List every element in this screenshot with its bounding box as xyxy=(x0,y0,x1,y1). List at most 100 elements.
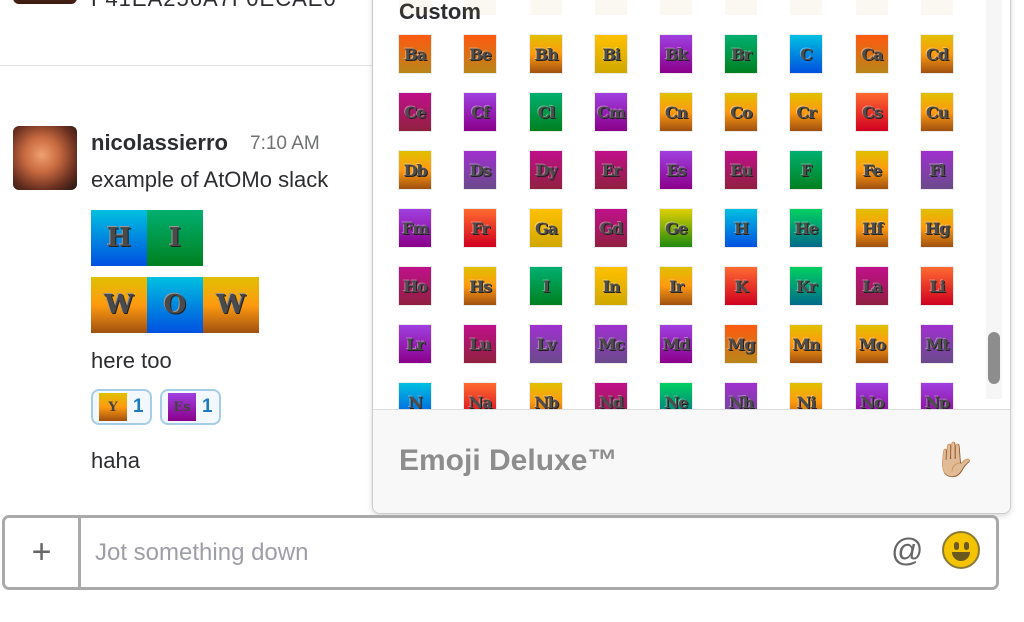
emoji-tile[interactable]: Nh xyxy=(725,383,757,409)
emoji-tile[interactable]: No xyxy=(856,383,888,409)
emoji-tile-faded[interactable] xyxy=(464,0,496,15)
emoji-tile[interactable]: Lu xyxy=(464,325,496,363)
reaction-emoji: Y xyxy=(99,393,127,421)
emoji-tile[interactable]: Ir xyxy=(660,267,692,305)
emoji-tile[interactable]: Nb xyxy=(530,383,562,409)
emoji-tile[interactable]: Lr xyxy=(399,325,431,363)
message-text: example of AtOMo slack xyxy=(91,167,329,192)
emoji-tile[interactable]: I xyxy=(530,267,562,305)
reaction-emoji: Es xyxy=(168,393,196,421)
emoji-tile[interactable]: Mg xyxy=(725,325,757,363)
emoji-tile[interactable]: Cd xyxy=(921,35,953,73)
emoji-tile[interactable]: Ne xyxy=(660,383,692,409)
emoji-tile[interactable]: Bi xyxy=(595,35,627,73)
emoji-tile[interactable]: Hg xyxy=(921,209,953,247)
emoji-tile[interactable]: K xyxy=(725,267,757,305)
emoji-tile[interactable]: Ds xyxy=(464,151,496,189)
scrollbar-thumb[interactable] xyxy=(988,332,1000,384)
message-timestamp[interactable]: 7:10 AM xyxy=(250,133,320,155)
emoji-tile[interactable]: Bh xyxy=(530,35,562,73)
emoji-tile[interactable]: Cr xyxy=(790,93,822,131)
emoji-tile[interactable]: Mc xyxy=(595,325,627,363)
footer-title: Emoji Deluxe™ xyxy=(399,444,618,477)
picker-footer: Emoji Deluxe™ ✋🏼 xyxy=(373,409,1010,513)
emoji-tile[interactable]: Dy xyxy=(530,151,562,189)
emoji-tile[interactable]: Er xyxy=(595,151,627,189)
message-composer: + @ xyxy=(2,515,999,590)
emoji-tile[interactable]: Nd xyxy=(595,383,627,409)
emoji-tile-faded[interactable] xyxy=(530,0,562,15)
emoji-tile[interactable]: Be xyxy=(464,35,496,73)
big-emoji: W xyxy=(91,277,147,333)
emoji-tile[interactable]: C xyxy=(790,35,822,73)
message-text: haha xyxy=(91,448,140,473)
big-emoji: W xyxy=(203,277,259,333)
emoji-tile[interactable]: Ni xyxy=(790,383,822,409)
emoji-tile-faded[interactable] xyxy=(790,0,822,15)
emoji-tile[interactable]: Eu xyxy=(725,151,757,189)
emoji-tile[interactable]: Na xyxy=(464,383,496,409)
big-emoji: O xyxy=(147,277,203,333)
emoji-tile-faded[interactable] xyxy=(660,0,692,15)
emoji-tile[interactable]: Cu xyxy=(921,93,953,131)
message-divider xyxy=(0,65,372,66)
emoji-tile[interactable]: Mo xyxy=(856,325,888,363)
emoji-tile[interactable]: Gd xyxy=(595,209,627,247)
emoji-tile-faded[interactable] xyxy=(725,0,757,15)
message-text: here too xyxy=(91,348,172,373)
emoji-tile[interactable]: Co xyxy=(725,93,757,131)
avatar[interactable] xyxy=(13,126,77,190)
emoji-tile[interactable]: Ge xyxy=(660,209,692,247)
emoji-tile[interactable]: Mt xyxy=(921,325,953,363)
emoji-tile[interactable]: Li xyxy=(921,267,953,305)
emoji-tile[interactable]: Db xyxy=(399,151,431,189)
emoji-tile[interactable]: Ga xyxy=(530,209,562,247)
author-name[interactable]: nicolassierro xyxy=(91,130,228,156)
emoji-tile[interactable]: Fm xyxy=(399,209,431,247)
big-emoji: H xyxy=(91,210,147,266)
emoji-tile[interactable]: Kr xyxy=(790,267,822,305)
reaction-count: 1 xyxy=(133,396,144,417)
emoji-tile[interactable]: Ba xyxy=(399,35,431,73)
emoji-tile[interactable]: Ce xyxy=(399,93,431,131)
emoji-tile[interactable]: Br xyxy=(725,35,757,73)
emoji-tile[interactable]: Fe xyxy=(856,151,888,189)
emoji-tile[interactable]: Cl xyxy=(530,93,562,131)
reaction-button[interactable]: Y1 xyxy=(91,389,152,425)
emoji-tile[interactable]: Np xyxy=(921,383,953,409)
previous-avatar[interactable] xyxy=(13,0,77,4)
emoji-tile[interactable]: Ca xyxy=(856,35,888,73)
emoji-tile[interactable]: Ho xyxy=(399,267,431,305)
emoji-tile-faded[interactable] xyxy=(856,0,888,15)
at-mention-icon[interactable]: @ xyxy=(891,532,923,569)
emoji-tile[interactable]: He xyxy=(790,209,822,247)
emoji-tile-faded[interactable] xyxy=(399,0,431,15)
reaction-button[interactable]: Es 1 xyxy=(160,389,221,425)
emoji-tile[interactable]: Cm xyxy=(595,93,627,131)
emoji-tile[interactable]: La xyxy=(856,267,888,305)
raised-hand-icon[interactable]: ✋🏼 xyxy=(933,440,975,480)
emoji-tile[interactable]: Md xyxy=(660,325,692,363)
emoji-tile-faded[interactable] xyxy=(595,0,627,15)
emoji-icon[interactable] xyxy=(942,531,980,569)
emoji-tile[interactable]: Hf xyxy=(856,209,888,247)
emoji-tile-faded[interactable] xyxy=(921,0,953,15)
message-input[interactable] xyxy=(93,538,857,568)
emoji-tile[interactable]: Es xyxy=(660,151,692,189)
emoji-tile[interactable]: Lv xyxy=(530,325,562,363)
emoji-tile[interactable]: N xyxy=(399,383,431,409)
emoji-tile[interactable]: Fl xyxy=(921,151,953,189)
emoji-tile[interactable]: Bk xyxy=(660,35,692,73)
emoji-picker: Custom Ba Be Bh Bi Bk Br C Ca Cd Ce Cf Cl Cm Cn Co Cr Cs… xyxy=(372,0,1011,514)
emoji-tile[interactable]: Hs xyxy=(464,267,496,305)
emoji-tile[interactable]: Cs xyxy=(856,93,888,131)
emoji-tile[interactable]: F xyxy=(790,151,822,189)
emoji-tile[interactable]: Mn xyxy=(790,325,822,363)
emoji-tile[interactable]: Cf xyxy=(464,93,496,131)
plus-icon[interactable]: + xyxy=(5,518,81,587)
emoji-tile[interactable]: In xyxy=(595,267,627,305)
emoji-tile[interactable]: Cn xyxy=(660,93,692,131)
emoji-tile[interactable]: Fr xyxy=(464,209,496,247)
reaction-count: 1 xyxy=(202,396,213,417)
emoji-tile[interactable]: H xyxy=(725,209,757,247)
